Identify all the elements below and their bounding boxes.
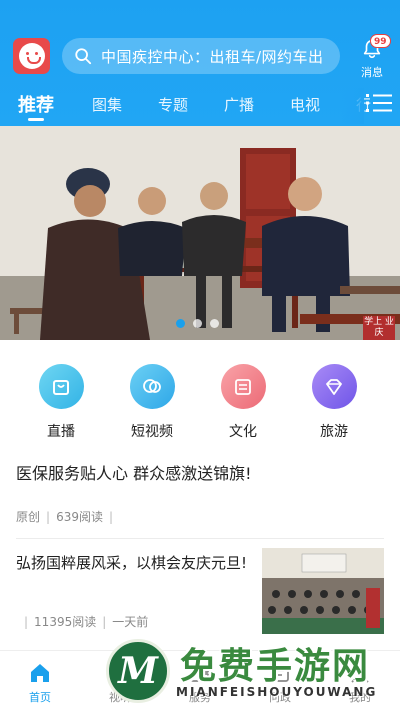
message-label: 消息: [361, 66, 383, 79]
news-time: 一天前: [112, 615, 149, 629]
category-short-video[interactable]: 短视频: [117, 358, 187, 441]
category-label: 旅游: [320, 424, 348, 440]
news-item[interactable]: 医保服务贴人心 群众感激送锦旗!: [16, 463, 386, 485]
top-header: 中国疾控中心：出租车/网约车出 99 消息 推荐 图集 专题 广播 电视 行: [0, 0, 400, 126]
message-button[interactable]: 99 消息: [352, 34, 392, 79]
carousel-indicator: [176, 319, 219, 328]
app-logo[interactable]: [13, 38, 50, 74]
category-label: 短视频: [131, 424, 173, 440]
meta-separator: |: [102, 615, 107, 629]
travel-icon: [311, 364, 357, 409]
news-thumbnail-image: [262, 548, 384, 634]
smile-logo-icon: [18, 43, 45, 69]
nav-label: 我的: [349, 691, 371, 704]
question-icon: [271, 664, 289, 682]
culture-icon: [220, 364, 266, 409]
category-travel[interactable]: 旅游: [299, 358, 369, 441]
meta-separator: |: [24, 615, 29, 629]
news-source: 原创: [16, 510, 41, 524]
meta-separator: |: [108, 510, 114, 524]
active-tab-indicator: [28, 118, 44, 121]
banner-stamp: 学上 业庆: [363, 316, 395, 340]
nav-label: 首页: [29, 691, 51, 704]
news-meta: | 11395阅读 | 一天前: [16, 613, 148, 630]
live-icon: [38, 364, 84, 409]
channel-tabs: 推荐 图集 专题 广播 电视 行: [0, 88, 400, 126]
tab-topics[interactable]: 专题: [158, 94, 188, 115]
news-meta: 原创 | 639阅读 |: [16, 508, 119, 525]
search-bar[interactable]: 中国疾控中心：出租车/网约车出: [62, 38, 340, 74]
nav-profile[interactable]: 我的: [330, 661, 390, 705]
nav-home[interactable]: 首页: [10, 661, 70, 705]
nav-service[interactable]: 服务: [170, 661, 230, 705]
service-icon: [191, 664, 209, 682]
category-grid: 直播 短视频 文化 旅游: [0, 358, 400, 448]
search-placeholder: 中国疾控中心：出租车/网约车出: [101, 47, 324, 66]
nav-inquiry[interactable]: 问政: [250, 661, 310, 705]
banner-photo: [0, 126, 400, 340]
search-icon: [75, 48, 92, 65]
nav-label: 服务: [189, 691, 211, 704]
news-reads: 11395阅读: [34, 615, 97, 629]
meta-separator: |: [46, 510, 51, 524]
home-icon: [31, 664, 49, 682]
carousel-dot[interactable]: [210, 319, 219, 328]
banner-carousel[interactable]: [0, 126, 400, 340]
channel-menu-icon[interactable]: [366, 92, 392, 114]
category-label: 文化: [229, 424, 257, 440]
nav-label: 问政: [269, 691, 291, 704]
list-divider: [16, 538, 384, 539]
category-culture[interactable]: 文化: [208, 358, 278, 441]
nav-video[interactable]: 视听: [90, 661, 150, 705]
tab-tv[interactable]: 电视: [290, 94, 320, 115]
app-screen: 中国疾控中心：出租车/网约车出 99 消息 推荐 图集 专题 广播 电视 行: [0, 0, 400, 711]
short-video-icon: [129, 364, 175, 409]
video-icon: [110, 665, 130, 681]
tab-gallery[interactable]: 图集: [92, 94, 122, 115]
bottom-navigation: 首页 视听 服务 问政 我的: [0, 650, 400, 711]
tabs-fade: [340, 88, 364, 124]
news-reads: 639阅读: [56, 510, 103, 524]
tab-radio[interactable]: 广播: [224, 94, 254, 115]
profile-icon: [351, 665, 369, 683]
category-label: 直播: [47, 424, 75, 440]
tab-recommend[interactable]: 推荐: [18, 91, 54, 117]
carousel-dot[interactable]: [193, 319, 202, 328]
category-live[interactable]: 直播: [26, 358, 96, 441]
news-title: 医保服务贴人心 群众感激送锦旗!: [16, 464, 252, 483]
news-title[interactable]: 弘扬国粹展风采，以棋会友庆元旦!: [16, 552, 256, 574]
nav-label: 视听: [109, 691, 131, 704]
carousel-dot-active[interactable]: [176, 319, 185, 328]
news-thumbnail[interactable]: [262, 548, 384, 634]
message-count-badge: 99: [370, 34, 391, 48]
